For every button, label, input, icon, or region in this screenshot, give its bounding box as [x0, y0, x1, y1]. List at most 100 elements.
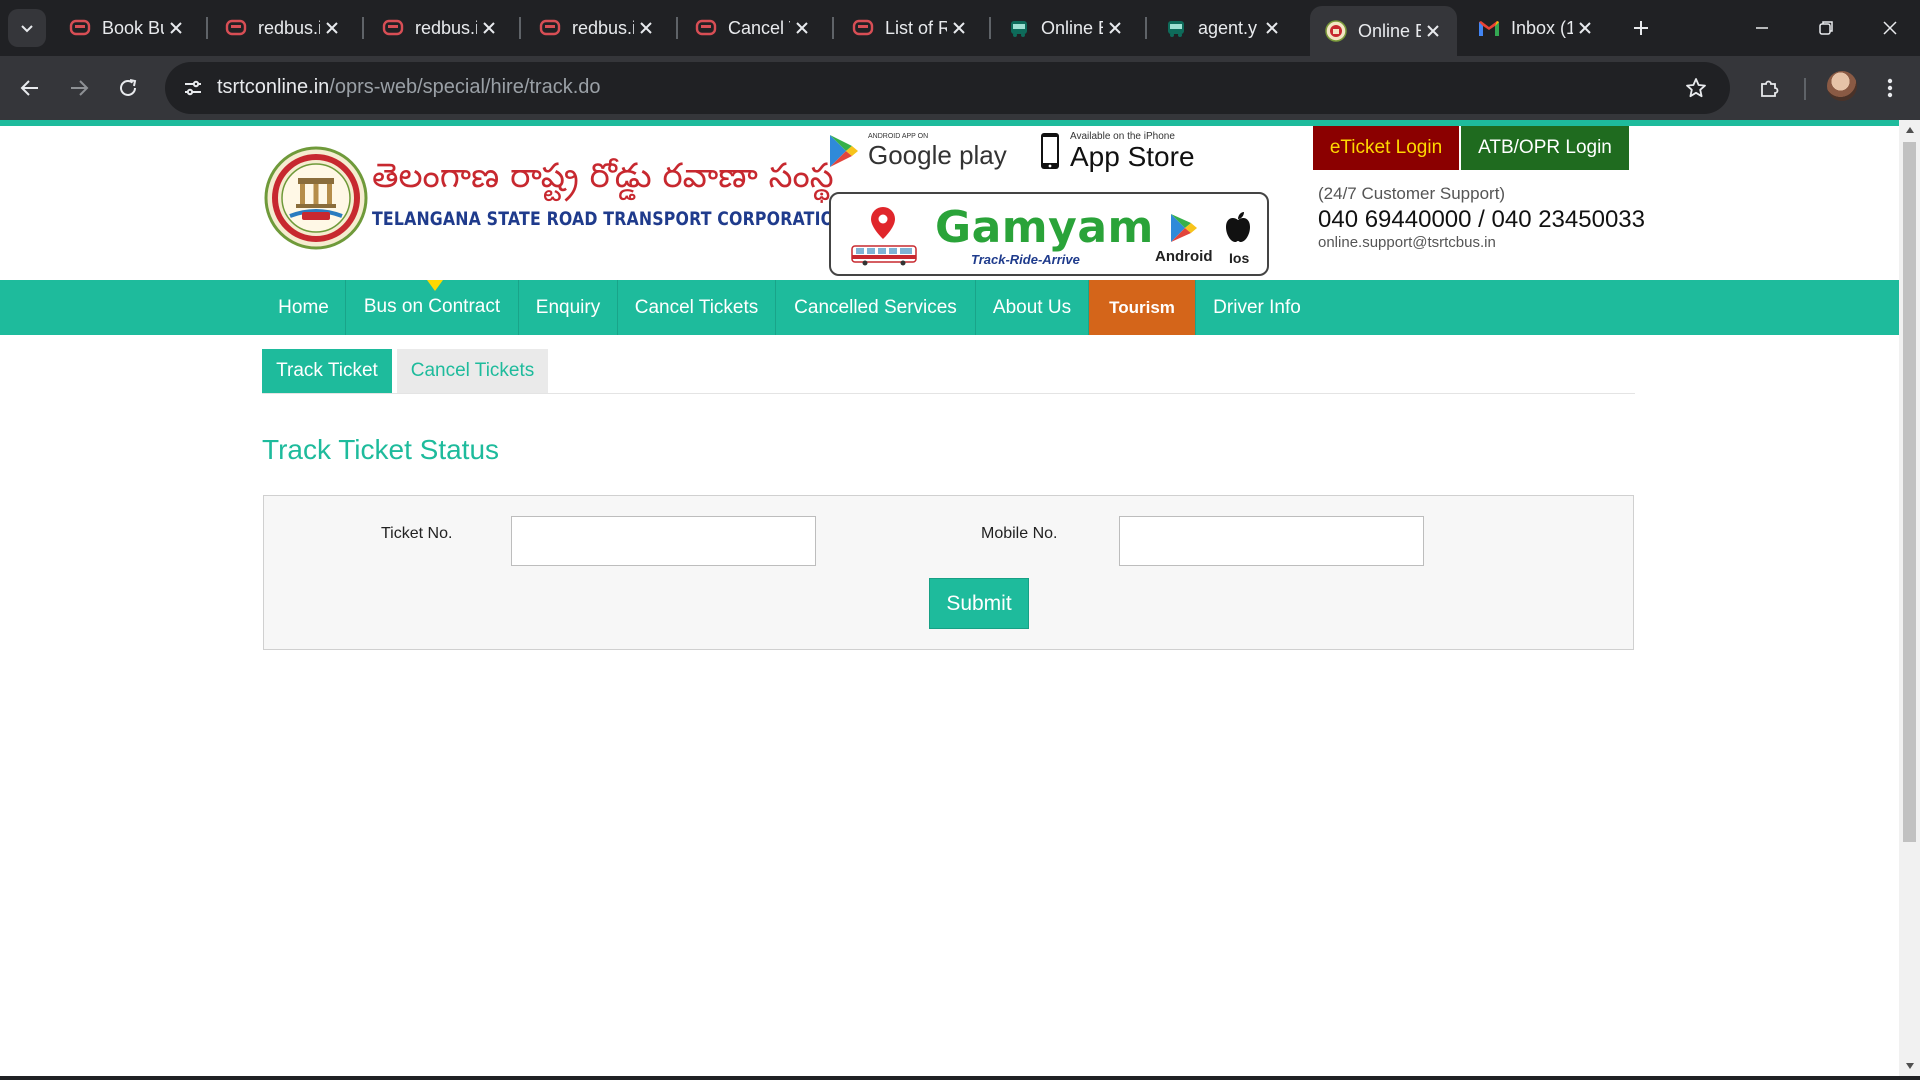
- tab-title: redbus.i: [415, 17, 477, 38]
- close-icon[interactable]: [790, 16, 814, 40]
- browser-tab-active[interactable]: Online E: [1310, 6, 1457, 56]
- tab-title: Online E: [1041, 17, 1103, 38]
- tab-separator: [206, 17, 208, 39]
- tab-separator: [362, 17, 364, 39]
- tune-icon: [185, 80, 201, 96]
- new-tab-button[interactable]: [1625, 12, 1657, 44]
- window-bottom-edge: [0, 1076, 1920, 1080]
- tab-title: agent.y: [1198, 17, 1258, 38]
- window-close-button[interactable]: [1870, 8, 1910, 48]
- gamyam-app-banner[interactable]: Gamyam Track-Ride-Arrive Android Ios: [829, 192, 1269, 276]
- close-icon[interactable]: [1573, 16, 1597, 40]
- browser-tab[interactable]: List of R: [837, 8, 983, 48]
- browser-tab[interactable]: redbus.i: [367, 8, 513, 48]
- submit-button[interactable]: Submit: [929, 578, 1029, 629]
- forward-button[interactable]: [61, 70, 97, 106]
- profile-avatar[interactable]: [1827, 71, 1857, 101]
- scrollbar-thumb[interactable]: [1903, 142, 1916, 842]
- ticket-number-label: Ticket No.: [381, 525, 453, 542]
- address-bar[interactable]: tsrtconline.in/oprs-web/special/hire/tra…: [165, 62, 1730, 114]
- redbus-icon: [224, 16, 248, 40]
- browser-tab[interactable]: redbus.i: [524, 8, 670, 48]
- app-store-text: App Store: [1070, 141, 1195, 172]
- browser-tabstrip: Book Bu redbus.i redbus.i redbus.i Cance…: [0, 0, 1920, 56]
- close-icon[interactable]: [634, 16, 658, 40]
- tab-separator: [1145, 17, 1147, 39]
- site-info-button[interactable]: [177, 72, 209, 104]
- tab-title: Inbox (1: [1511, 17, 1573, 38]
- tsrtc-logo[interactable]: [264, 146, 368, 250]
- triangle-up-icon: [1905, 126, 1914, 133]
- page-title: Track Ticket Status: [262, 434, 500, 465]
- bus-icon: [1164, 16, 1188, 40]
- page-scrollbar[interactable]: [1899, 120, 1920, 1076]
- google-play-badge[interactable]: ANDROID APP ON Google play: [828, 128, 1007, 174]
- subtab-divider: [262, 393, 1635, 394]
- gamyam-ios-label: Ios: [1229, 250, 1250, 266]
- tab-track-ticket[interactable]: Track Ticket: [262, 349, 392, 393]
- browser-menu-button[interactable]: [1872, 70, 1908, 106]
- gamyam-tagline: Track-Ride-Arrive: [971, 252, 1080, 267]
- close-icon[interactable]: [477, 16, 501, 40]
- nav-item-cancel-tickets[interactable]: Cancel Tickets: [618, 280, 776, 335]
- mobile-number-input[interactable]: [1119, 516, 1424, 566]
- back-button[interactable]: [12, 70, 48, 106]
- browser-tab[interactable]: redbus.i: [210, 8, 356, 48]
- nav-item-cancelled-services[interactable]: Cancelled Services: [776, 280, 976, 335]
- browser-tab[interactable]: Cancel T: [680, 8, 826, 48]
- restore-button[interactable]: [1806, 8, 1846, 48]
- brand-english-name: TELANGANA STATE ROAD TRANSPORT CORPORATI…: [372, 208, 848, 230]
- tab-search-button[interactable]: [8, 9, 46, 47]
- tab-separator: [989, 17, 991, 39]
- kebab-menu-icon: [1887, 78, 1893, 98]
- redbus-icon: [538, 16, 562, 40]
- url-text[interactable]: tsrtconline.in/oprs-web/special/hire/tra…: [217, 76, 601, 99]
- close-icon[interactable]: [947, 16, 971, 40]
- close-icon[interactable]: [1103, 16, 1127, 40]
- nav-item-enquiry[interactable]: Enquiry: [519, 280, 618, 335]
- app-store-badge[interactable]: Available on the iPhone App Store: [1040, 128, 1195, 174]
- tab-cancel-tickets[interactable]: Cancel Tickets: [397, 349, 548, 393]
- redbus-icon: [851, 16, 875, 40]
- arrow-left-icon: [20, 80, 38, 96]
- toolbar-separator: [1804, 78, 1806, 100]
- apple-icon: [1226, 212, 1250, 242]
- ticket-number-input[interactable]: [511, 516, 816, 566]
- nav-item-about-us[interactable]: About Us: [976, 280, 1089, 335]
- close-icon: [1883, 21, 1897, 35]
- minimize-button[interactable]: [1742, 8, 1782, 48]
- close-icon[interactable]: [320, 16, 344, 40]
- tab-separator: [519, 17, 521, 39]
- nav-item-home[interactable]: Home: [262, 280, 346, 335]
- browser-tab[interactable]: Book Bu: [54, 8, 200, 48]
- browser-toolbar: tsrtconline.in/oprs-web/special/hire/tra…: [0, 56, 1920, 120]
- track-ticket-form: Ticket No. Mobile No. Submit: [263, 495, 1634, 650]
- reload-button[interactable]: [110, 70, 146, 106]
- scroll-up-arrow[interactable]: [1904, 124, 1915, 135]
- atb-opr-login-button[interactable]: ATB/OPR Login: [1461, 126, 1629, 170]
- triangle-down-icon: [1905, 1062, 1914, 1069]
- tab-title: Cancel T: [728, 17, 790, 38]
- extensions-button[interactable]: [1751, 70, 1787, 106]
- browser-tab[interactable]: Online E: [993, 8, 1139, 48]
- browser-tab[interactable]: agent.y: [1150, 8, 1296, 48]
- star-icon: [1686, 78, 1706, 98]
- support-email[interactable]: online.support@tsrtcbus.in: [1318, 234, 1496, 251]
- bookmark-button[interactable]: [1682, 74, 1710, 102]
- minimize-icon: [1756, 27, 1768, 29]
- nav-item-tourism[interactable]: Tourism: [1089, 280, 1196, 335]
- close-icon[interactable]: [1421, 19, 1445, 43]
- mobile-number-label: Mobile No.: [981, 525, 1058, 542]
- tab-title: List of R: [885, 17, 947, 38]
- close-icon[interactable]: [1260, 16, 1284, 40]
- redbus-icon: [694, 16, 718, 40]
- nav-item-driver-info[interactable]: Driver Info: [1196, 280, 1318, 335]
- eticket-login-button[interactable]: eTicket Login: [1313, 126, 1459, 170]
- play-store-icon: [1171, 214, 1197, 242]
- browser-tab[interactable]: Inbox (1: [1463, 8, 1609, 48]
- url-path: /oprs-web/special/hire/track.do: [329, 76, 601, 98]
- active-nav-caret: [427, 280, 443, 291]
- tab-separator: [676, 17, 678, 39]
- scroll-down-arrow[interactable]: [1904, 1060, 1915, 1071]
- close-icon[interactable]: [164, 16, 188, 40]
